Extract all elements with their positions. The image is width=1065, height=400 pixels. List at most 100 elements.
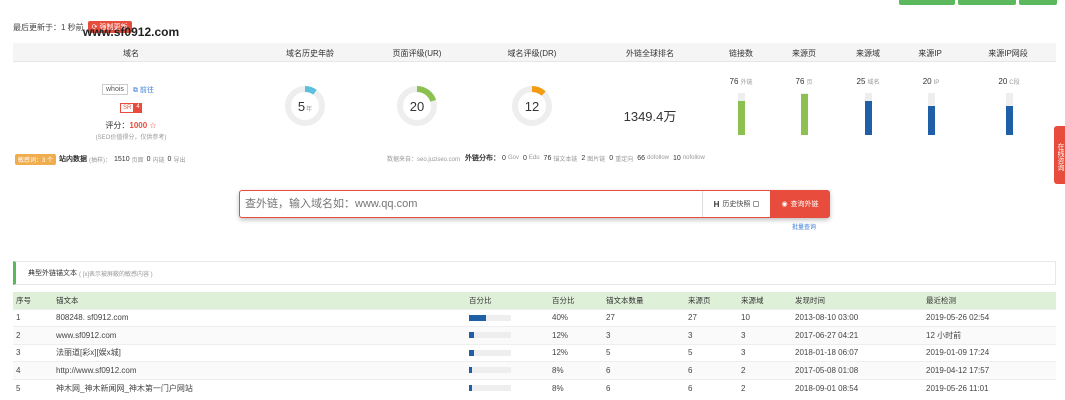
search-bar: H 历史快照 ◉ 查询外链 [239, 190, 830, 218]
percent-bar [469, 314, 511, 321]
link-distribution: 数据来自：seo.juziseo.com 外链分布： 0 Gov 0 Edu 76 锚… [387, 154, 705, 163]
th-pct-bar: 百分比 [466, 292, 549, 309]
col-domains: 来源域 [856, 49, 880, 58]
search-button[interactable]: ◉ 查询外链 [770, 191, 830, 217]
ip-bar [928, 93, 935, 135]
goto-link[interactable]: ⧉ 前往 [133, 85, 154, 95]
anchor-text-section: 典型外链锚文本 ( [x]表示被屏蔽的敏感内容 ) [13, 261, 1056, 285]
col-age: 域名历史年龄 [286, 49, 334, 58]
percent-bar-fill [469, 349, 475, 356]
history-snapshot-toggle[interactable]: H 历史快照 [702, 191, 770, 217]
table-row: 2 www.sf0912.com 12% 3 3 3 2017-06-27 04… [13, 326, 1056, 344]
score-note: (SEO价值得分，仅供参考) [95, 135, 167, 141]
top-action-button-3[interactable] [1019, 0, 1057, 5]
anchor-table: 序号 锚文本 百分比 百分比 锚文本数量 来源页 来源域 发现时间 最近检测 1… [13, 292, 1056, 397]
ip-segment-bar [1006, 93, 1013, 135]
sensitive-words-badge[interactable]: 敏感词：3 个 [15, 153, 57, 165]
history-label: 历史快照 [722, 201, 751, 208]
table-row: 4 http://www.sf0912.com 8% 6 6 2 2017-05… [13, 361, 1056, 379]
whois-row: whois ⧉ 前往 [102, 84, 154, 95]
ip-bar-fill [928, 106, 935, 135]
th-found: 发现时间 [792, 292, 923, 309]
th-checked: 最近检测 [923, 292, 1056, 309]
percent-bar [469, 349, 511, 356]
sr-value: 4 [134, 103, 142, 113]
global-rank: 1349.4万 [623, 109, 677, 124]
ip-segment-bar-fill [1006, 106, 1013, 135]
table-row: 3 法丽道[彩x][娱x城] 12% 5 5 3 2018-01-18 06:0… [13, 343, 1056, 362]
col-domain: 域名 [123, 49, 139, 58]
pages-count: 76 页 [795, 77, 813, 86]
search-button-label: 查询外链 [790, 201, 819, 208]
age-value: 5年 [297, 98, 313, 114]
site-data-label: 站内数据 [59, 156, 88, 163]
score-value: 1000 [129, 121, 148, 130]
ur-value: 20 [409, 98, 425, 114]
anchor-text: http://www.sf0912.com [53, 361, 466, 379]
percent-bar [469, 367, 511, 374]
sr-label: SR [120, 103, 135, 113]
th-domains: 来源域 [738, 292, 792, 309]
goto-label: 前往 [139, 86, 154, 94]
domain-name: www.sf0912.com [82, 25, 180, 39]
table-row: 1 808248. sf0912.com 40% 27 27 10 2013-0… [13, 308, 1056, 327]
external-link-icon: ⧉ [132, 86, 138, 94]
whois-button[interactable]: whois [102, 84, 128, 95]
percent-bar-fill [469, 314, 486, 321]
anchor-text: 808248. sf0912.com [53, 308, 466, 327]
domains-count: 25 域名 [856, 77, 880, 86]
col-dr: 域名评级(DR) [507, 49, 557, 58]
search-input[interactable] [240, 191, 700, 217]
ip-count: 20 IP [922, 77, 940, 86]
links-bar-fill [738, 100, 745, 135]
dr-donut: 12 [511, 85, 553, 127]
top-action-button-1[interactable] [899, 0, 955, 5]
th-no: 序号 [13, 292, 53, 309]
distribution-label: 外链分布： [465, 155, 501, 162]
percent-bar [469, 332, 511, 339]
online-consult-tab[interactable]: 在线咨询 [1054, 126, 1065, 184]
th-pct: 百分比 [549, 292, 603, 309]
anchor-text: 法丽道[彩x][娱x城] [53, 343, 466, 362]
col-ip: 来源IP [918, 49, 942, 58]
section-title: 典型外链锚文本 [28, 270, 77, 277]
overview-header: 域名 域名历史年龄 页面评级(UR) 域名评级(DR) 外链全球排名 链接数 来… [13, 43, 1056, 62]
update-text: 最后更新于：1 秒前 [13, 22, 84, 32]
pages-bar-fill [801, 93, 808, 135]
history-checkbox[interactable] [753, 201, 760, 207]
table-row: 5 神木网_神木新闻网_神木第一门户网站 8% 6 6 2 2018-09-01… [13, 378, 1056, 397]
batch-query-link[interactable]: 批量查询 [792, 222, 816, 231]
col-pages: 来源页 [792, 49, 816, 58]
dr-value: 12 [524, 98, 540, 114]
col-links: 链接数 [729, 49, 753, 58]
col-rank: 外链全球排名 [626, 49, 674, 58]
ip-segment-count: 20 C段 [998, 77, 1020, 86]
sr-badge: SR 4 [120, 103, 142, 113]
percent-bar-fill [469, 367, 473, 374]
percent-bar-fill [469, 385, 473, 391]
pages-bar [801, 93, 808, 135]
domains-bar-fill [865, 100, 872, 135]
history-icon: H [713, 199, 720, 209]
page-title-fragment: ··· [60, 0, 120, 3]
th-pages: 来源页 [685, 292, 738, 309]
col-ip-segment: 来源IP网段 [988, 49, 1028, 58]
ur-donut: 20 [396, 85, 438, 127]
data-source: 数据来自：seo.juziseo.com [387, 156, 461, 163]
star-icon: ☆ [149, 121, 157, 130]
domains-bar [865, 93, 872, 135]
score-label: 评分： [105, 121, 130, 130]
anchor-text: www.sf0912.com [53, 326, 466, 344]
percent-bar-fill [469, 332, 475, 339]
th-count: 锚文本数量 [603, 292, 685, 309]
col-ur: 页面评级(UR) [392, 49, 442, 58]
th-anchor: 锚文本 [53, 292, 466, 309]
score: 评分：1000 ☆ [105, 120, 156, 131]
eye-icon: ◉ [781, 201, 788, 208]
links-bar [738, 93, 745, 135]
table-header: 序号 锚文本 百分比 百分比 锚文本数量 来源页 来源域 发现时间 最近检测 [13, 292, 1056, 309]
top-action-button-2[interactable] [958, 0, 1016, 5]
links-count: 76 外链 [729, 77, 753, 86]
anchor-text: 神木网_神木新闻网_神木第一门户网站 [53, 378, 466, 397]
section-note: ( [x]表示被屏蔽的敏感内容 ) [79, 271, 153, 278]
